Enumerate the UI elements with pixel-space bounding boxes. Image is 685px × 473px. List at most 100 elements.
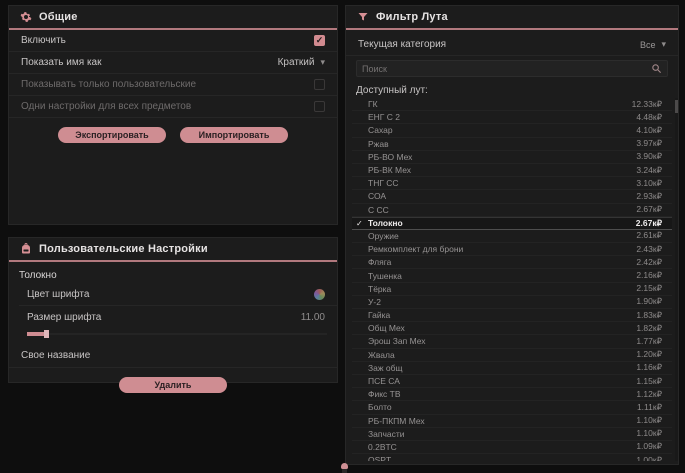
loot-list-item[interactable]: Оружие2.61к₽ [352,230,672,243]
funnel-icon [356,11,369,24]
same-settings-row: Одни настройки для всех предметов [9,96,337,118]
loot-item-price: 1.83к₽ [636,310,662,321]
general-panel-title: Общие [39,11,78,23]
filter-panel-title: Фильтр Лута [376,11,448,23]
backpack-icon [19,243,32,256]
loot-list-item[interactable]: У-21.90к₽ [352,296,672,309]
loot-item-name: Сахар [368,125,636,135]
loot-list-item[interactable]: Ремкомплект для брони2.43к₽ [352,243,672,256]
custom-name-input[interactable] [102,347,325,365]
loot-item-name: ЕНГ С 2 [368,112,636,122]
loot-list-item[interactable]: СОА2.93к₽ [352,190,672,203]
loot-list-item[interactable]: Запчасти1.10к₽ [352,428,672,441]
loot-list-item[interactable]: ЕНГ С 24.48к₽ [352,111,672,124]
loot-list-item[interactable]: Фляга2.42к₽ [352,256,672,269]
loot-list-item[interactable]: Тушенка2.16к₽ [352,269,672,282]
loot-item-price: 2.42к₽ [636,257,662,268]
loot-item-name: РБ-ВО Мех [368,152,636,162]
loot-item-name: Тушенка [368,271,636,281]
name-mode-value: Краткий [278,57,315,68]
category-value: Все [640,40,656,50]
chevron-down-icon: ▾ [661,39,666,50]
loot-list-item[interactable]: РБ-ВО Мех3.90к₽ [352,151,672,164]
loot-list-item[interactable]: РБ-ВК Мех3.24к₽ [352,164,672,177]
loot-item-price: 1.15к₽ [636,376,662,387]
font-size-row: Размер шрифта 11.00 [19,306,337,328]
loot-item-price: 2.43к₽ [636,244,662,255]
loot-item-name: ПСЕ СА [368,376,636,386]
loot-list-item[interactable]: 0.2BTC1.09к₽ [352,441,672,454]
delete-button[interactable]: Удалить [119,377,227,393]
category-row: Текущая категория Все ▾ [346,34,678,56]
loot-list: ГК12.33к₽ЕНГ С 24.48к₽Сахар4.10к₽Ржав3.9… [352,98,672,461]
category-select[interactable]: Все ▾ [640,39,666,50]
loot-list-item[interactable]: Гайка1.83к₽ [352,309,672,322]
loot-item-price: 1.90к₽ [636,296,662,307]
loot-item-price: 1.16к₽ [636,362,662,373]
loot-list-item[interactable]: ГК12.33к₽ [352,98,672,111]
scrollbar-handle[interactable] [675,100,678,113]
search-icon [651,63,662,74]
slider-handle[interactable] [44,330,49,338]
loot-item-name: СОА [368,191,636,201]
loot-list-item[interactable]: Тёрка2.15к₽ [352,283,672,296]
loot-list-item[interactable]: Заж общ1.16к₽ [352,362,672,375]
loot-item-price: 3.10к₽ [636,178,662,189]
search-input[interactable] [362,64,651,74]
loot-item-name: Тёрка [368,284,636,294]
only-custom-row: Показывать только пользовательские [9,74,337,96]
loot-list-item[interactable]: Эрош Зап Мех1.77к₽ [352,335,672,348]
loot-item-name: Гайка [368,310,636,320]
slider-fill [27,332,45,336]
font-size-value: 11.00 [301,312,325,323]
loot-list-item[interactable]: Общ Мех1.82к₽ [352,322,672,335]
custom-panel-header: Пользовательские Настройки [9,238,337,262]
loot-item-price: 2.15к₽ [636,283,662,294]
only-custom-label: Показывать только пользовательские [21,79,196,90]
font-color-label: Цвет шрифта [27,289,89,300]
import-button[interactable]: Импортировать [180,127,288,143]
name-mode-select[interactable]: Краткий ▾ [278,57,325,68]
loot-item-name: Запчасти [368,429,636,439]
loot-list-item[interactable]: ПСЕ СА1.15к₽ [352,375,672,388]
font-color-row: Цвет шрифта [19,284,337,306]
custom-settings-panel: Пользовательские Настройки Толокно Цвет … [8,237,338,383]
font-size-slider[interactable] [27,330,327,338]
export-button[interactable]: Экспортировать [58,127,166,143]
loot-item-price: 1.20к₽ [636,349,662,360]
loot-list-item[interactable]: ТНГ СС3.10к₽ [352,177,672,190]
loot-list-item[interactable]: Сахар4.10к₽ [352,124,672,137]
general-panel-header: Общие [9,6,337,30]
loot-item-price: 2.67к₽ [636,218,662,229]
loot-item-price: 2.67к₽ [636,204,662,215]
loot-list-item[interactable]: Жвала1.20к₽ [352,349,672,362]
loot-list-item[interactable]: ✓Толокно2.67к₽ [352,217,672,230]
loot-item-price: 3.90к₽ [636,151,662,162]
loot-list-item[interactable]: Болто1.11к₽ [352,401,672,414]
loot-item-name: Ржав [368,139,636,149]
checkmark-icon: ✓ [356,219,368,228]
enable-label: Включить [21,35,66,46]
loot-item-price: 2.93к₽ [636,191,662,202]
loot-list-item[interactable]: С СС2.67к₽ [352,204,672,217]
loot-list-item[interactable]: РБ-ПКПМ Мех1.10к₽ [352,415,672,428]
color-wheel-icon[interactable] [314,289,325,300]
search-box[interactable] [356,60,668,77]
loot-list-item[interactable]: ОSPT1.00к₽ [352,454,672,461]
loot-list-item[interactable]: Фикс ТВ1.12к₽ [352,388,672,401]
enable-checkbox[interactable]: ✓ [314,35,325,46]
loot-item-name: РБ-ПКПМ Мех [368,416,636,426]
custom-name-label: Свое название [21,350,90,361]
loot-item-price: 12.33к₽ [632,99,662,110]
loot-list-item[interactable]: Ржав3.97к₽ [352,138,672,151]
slider-track [27,333,327,335]
bottom-handle-stem [342,469,347,473]
bottom-handle[interactable] [340,463,349,473]
loot-item-price: 1.11к₽ [637,402,662,413]
loot-item-price: 2.16к₽ [636,270,662,281]
only-custom-checkbox[interactable] [314,79,325,90]
same-settings-checkbox[interactable] [314,101,325,112]
loot-item-name: Эрош Зап Мех [368,336,636,346]
loot-list-scrollbar[interactable] [675,98,678,461]
loot-item-price: 3.97к₽ [636,138,662,149]
